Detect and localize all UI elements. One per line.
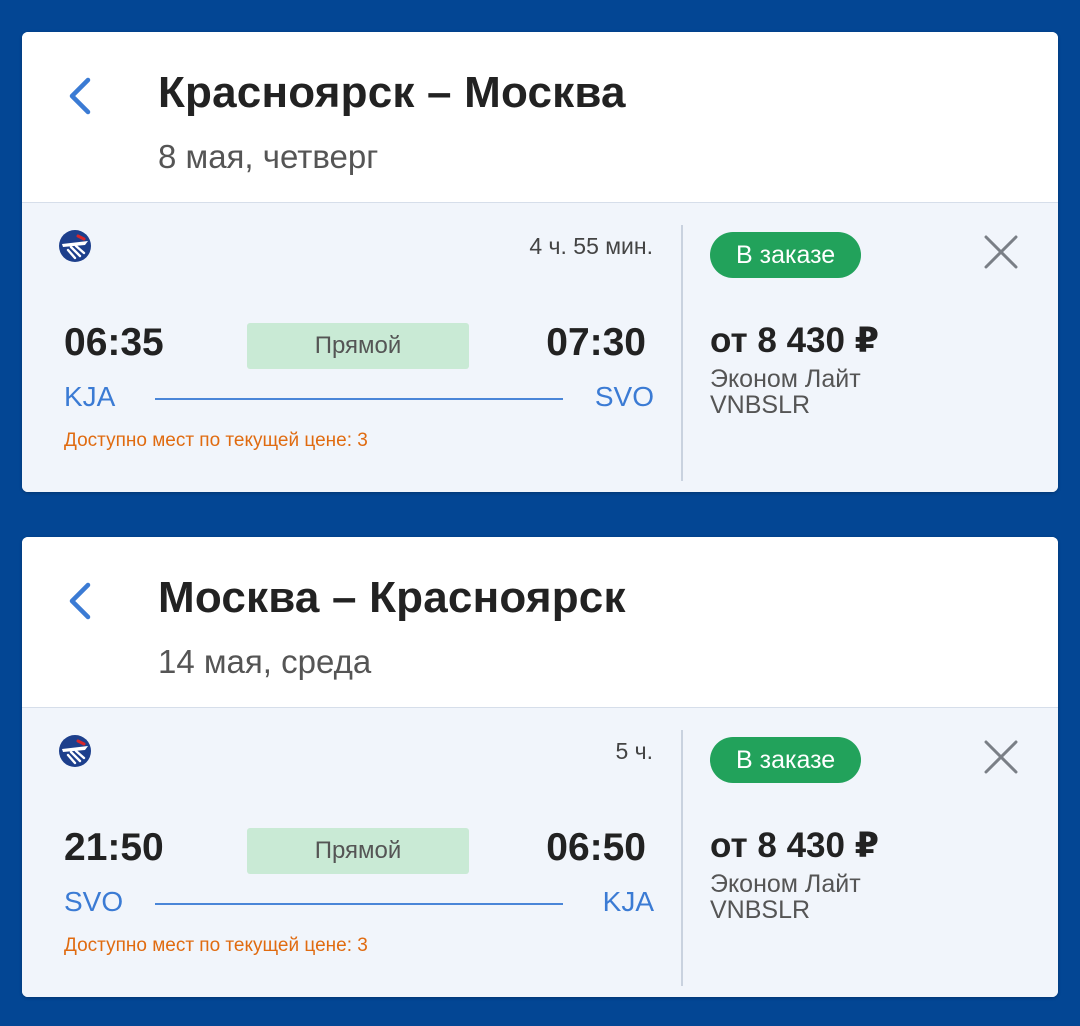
back-button[interactable] [58, 74, 102, 118]
departure-airport-code: KJA [64, 381, 116, 412]
price: от 8 430 ₽ [710, 826, 880, 865]
airline-logo-icon [59, 230, 91, 262]
back-button[interactable] [58, 579, 102, 623]
status-badge: В заказе [710, 737, 862, 783]
arrival-time: 06:50 [546, 826, 646, 869]
route-date: 14 мая, среда [158, 643, 372, 680]
departure-time: 21:50 [64, 826, 164, 869]
segment-card-return: Москва – Красноярск 14 мая, среда 5 ч. 2… [22, 537, 1058, 997]
departure-airport-code: SVO [64, 886, 124, 917]
flight-option[interactable]: 4 ч. 55 мин. 06:35 Прямой 07:30 KJA SVO … [22, 202, 1058, 492]
airline-logo-icon [59, 735, 91, 767]
route-date: 8 мая, четверг [158, 138, 379, 175]
close-icon[interactable] [980, 736, 1022, 778]
route-title: Красноярск – Москва [158, 68, 626, 117]
route-title: Москва – Красноярск [158, 573, 626, 622]
divider [681, 730, 683, 986]
arrival-airport-code: KJA [602, 886, 654, 917]
seats-availability-note: Доступно мест по текущей цене: 3 [64, 935, 368, 956]
close-icon[interactable] [980, 231, 1022, 273]
status-badge: В заказе [710, 232, 862, 278]
fare-code: VNBSLR [710, 391, 811, 419]
divider [681, 225, 683, 481]
flight-duration: 5 ч. [615, 738, 653, 764]
route-line [155, 398, 563, 400]
fare-class: Эконом Лайт [710, 365, 861, 393]
price: от 8 430 ₽ [710, 321, 880, 360]
departure-time: 06:35 [64, 321, 164, 364]
segment-card-outbound: Красноярск – Москва 8 мая, четверг 4 ч. … [22, 32, 1058, 492]
route-line [155, 903, 563, 905]
flight-option[interactable]: 5 ч. 21:50 Прямой 06:50 SVO KJA Доступно… [22, 707, 1058, 997]
segment-header: Москва – Красноярск 14 мая, среда [22, 537, 1058, 707]
seats-availability-note: Доступно мест по текущей цене: 3 [64, 430, 368, 451]
flight-duration: 4 ч. 55 мин. [529, 233, 653, 259]
fare-code: VNBSLR [710, 896, 811, 924]
segment-header: Красноярск – Москва 8 мая, четверг [22, 32, 1058, 202]
chevron-left-icon [69, 77, 91, 115]
fare-class: Эконом Лайт [710, 870, 861, 898]
chevron-left-icon [69, 582, 91, 620]
arrival-airport-code: SVO [594, 381, 654, 412]
direct-flight-badge: Прямой [247, 828, 469, 874]
arrival-time: 07:30 [546, 321, 646, 364]
direct-flight-badge: Прямой [247, 323, 469, 369]
